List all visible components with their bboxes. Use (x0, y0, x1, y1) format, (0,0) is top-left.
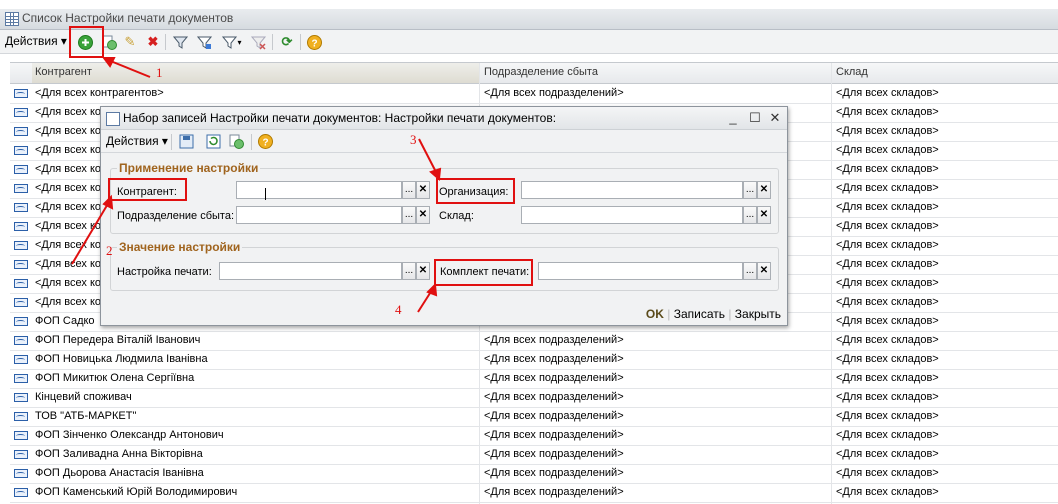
annotation-label-2: 2 (106, 243, 113, 258)
annotation-label-1: 1 (156, 65, 163, 80)
annotation-label-4: 4 (395, 302, 402, 317)
annotation-label-3: 3 (410, 132, 417, 147)
